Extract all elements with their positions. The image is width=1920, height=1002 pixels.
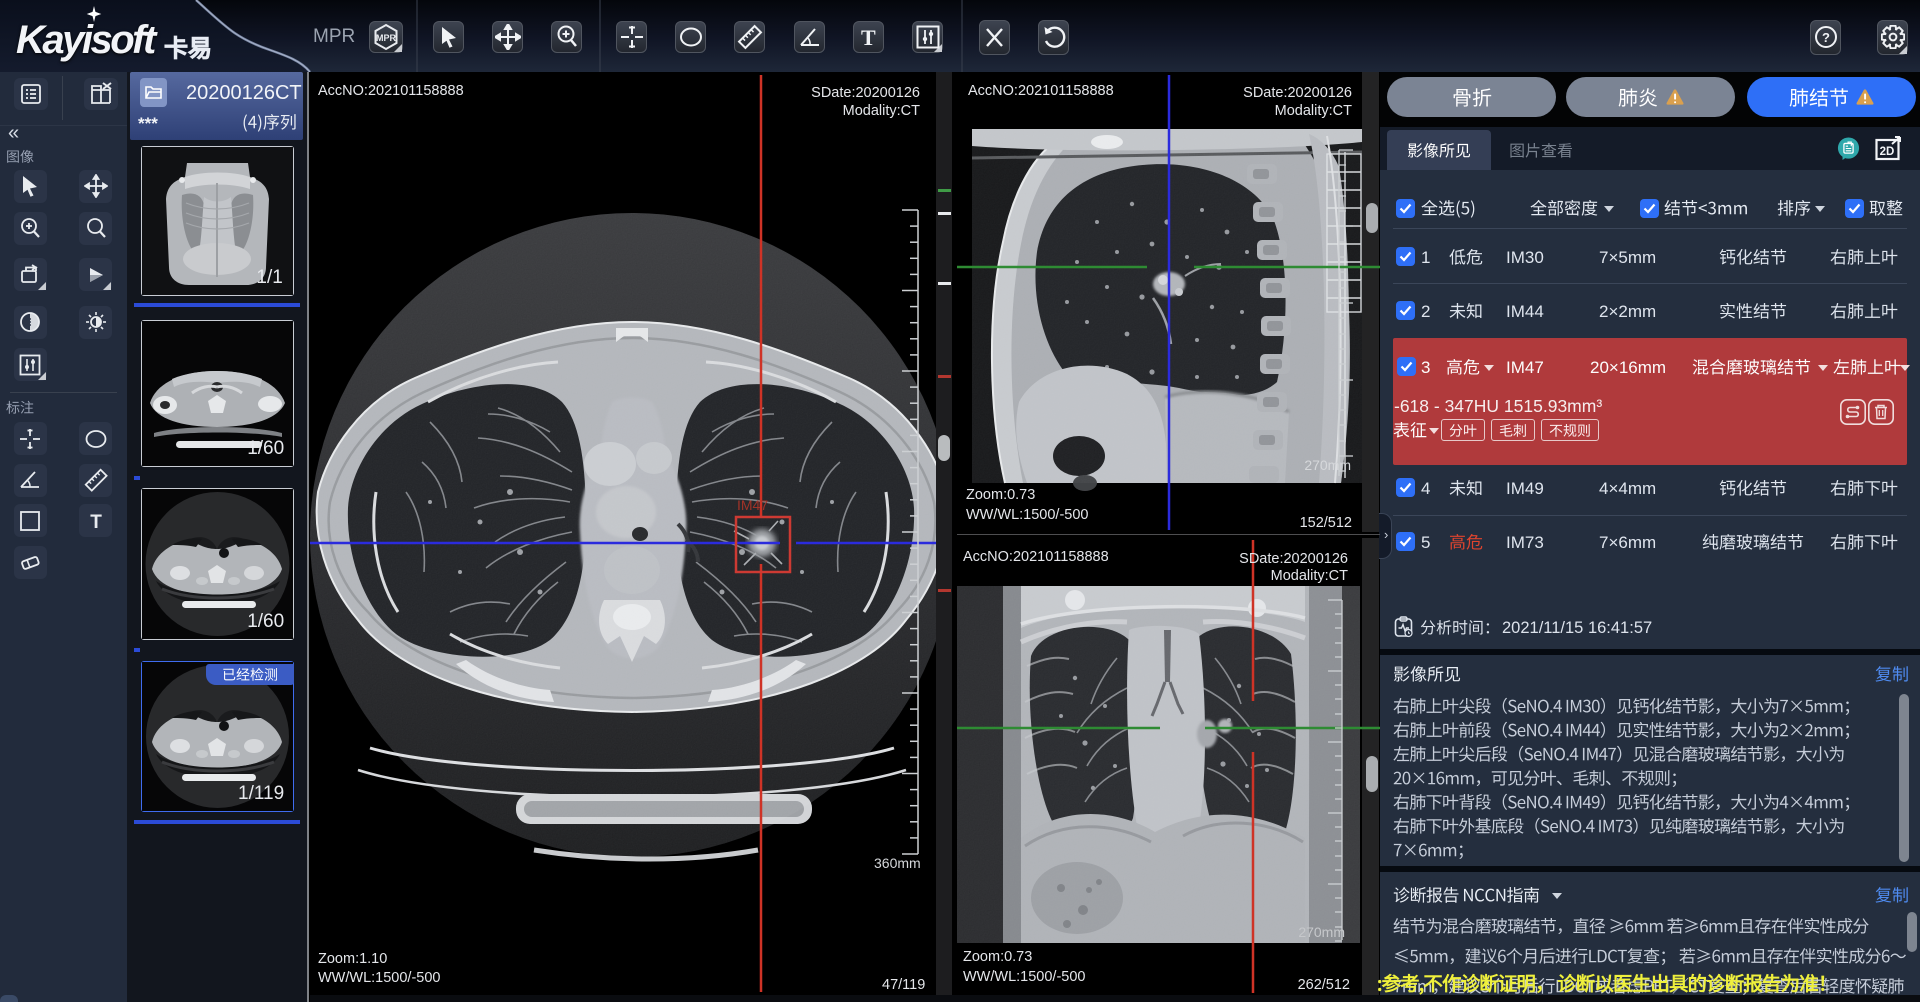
svg-text:T: T <box>90 512 102 533</box>
svg-text:?: ? <box>1822 30 1830 45</box>
svg-text:2D: 2D <box>1880 146 1895 158</box>
svg-text:IM47: IM47 <box>737 497 768 513</box>
svg-text:MPR: MPR <box>376 33 397 43</box>
